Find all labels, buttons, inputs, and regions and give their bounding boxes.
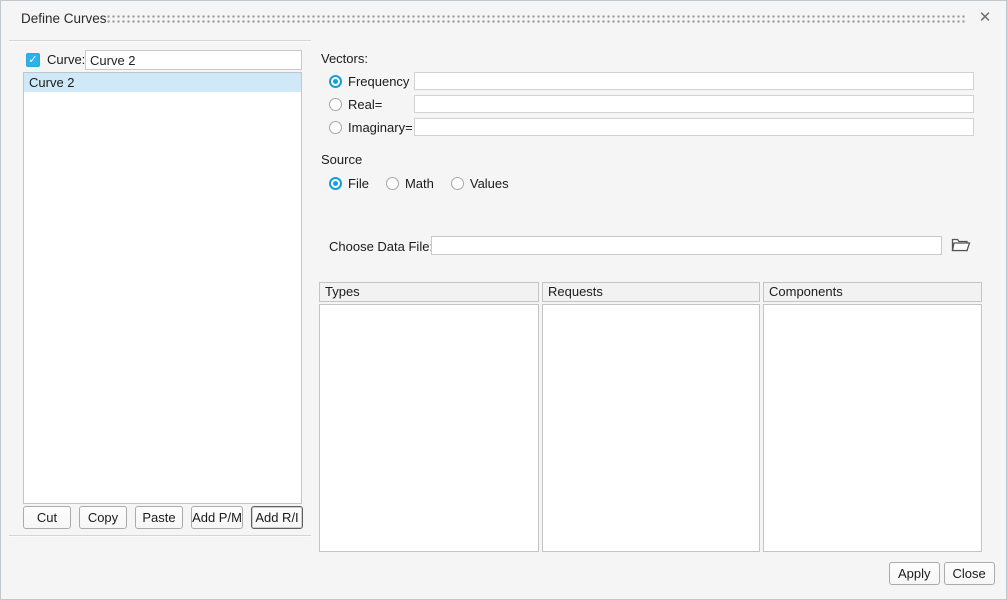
titlebar: Define Curves ✕ <box>1 1 1006 37</box>
types-list-header: Types <box>319 282 539 302</box>
choose-data-file-label: Choose Data File: <box>329 239 433 254</box>
drag-handle-dots-icon[interactable] <box>106 14 966 24</box>
copy-button[interactable]: Copy <box>79 506 127 529</box>
data-file-input[interactable] <box>431 236 942 255</box>
dialog-title: Define Curves <box>21 11 107 26</box>
curve-list[interactable]: Curve 2 <box>23 72 302 504</box>
math-radio[interactable] <box>386 177 399 190</box>
define-curves-dialog: Define Curves ✕ ✓ Curve: Curve 2 Cut Cop… <box>0 0 1007 600</box>
frequency-vector-input[interactable] <box>414 72 974 90</box>
check-icon: ✓ <box>28 54 37 66</box>
source-label: Source <box>321 152 362 167</box>
frequency-radio[interactable] <box>329 75 342 88</box>
file-radio[interactable] <box>329 177 342 190</box>
file-radio-label[interactable]: File <box>348 176 369 191</box>
types-list[interactable] <box>319 304 539 552</box>
close-icon[interactable]: ✕ <box>976 9 994 27</box>
curve-checkbox[interactable]: ✓ <box>26 53 40 67</box>
requests-list[interactable] <box>542 304 760 552</box>
left-panel-bottom-divider <box>9 535 311 537</box>
imaginary-radio[interactable] <box>329 121 342 134</box>
math-radio-label[interactable]: Math <box>405 176 434 191</box>
close-button[interactable]: Close <box>944 562 995 585</box>
real-radio-label[interactable]: Real= <box>348 97 382 112</box>
vector-row-imaginary: Imaginary= <box>329 120 413 135</box>
footer-actions: Apply Close <box>889 562 995 585</box>
apply-button[interactable]: Apply <box>889 562 940 585</box>
real-vector-input[interactable] <box>414 95 974 113</box>
vector-row-real: Real= <box>329 97 382 112</box>
imaginary-vector-input[interactable] <box>414 118 974 136</box>
curve-label: Curve: <box>47 52 85 67</box>
add-ri-button[interactable]: Add R/I <box>251 506 303 529</box>
source-options: File Math Values <box>329 176 509 191</box>
curve-name-input[interactable] <box>85 50 302 70</box>
paste-button[interactable]: Paste <box>135 506 183 529</box>
curve-list-item[interactable]: Curve 2 <box>24 73 301 92</box>
real-radio[interactable] <box>329 98 342 111</box>
components-list[interactable] <box>763 304 982 552</box>
components-list-header: Components <box>763 282 982 302</box>
values-radio-label[interactable]: Values <box>470 176 509 191</box>
left-panel-top-divider <box>9 40 311 42</box>
vector-row-frequency: Frequency <box>329 74 409 89</box>
curve-actions: Cut Copy Paste Add P/M Add R/I <box>23 506 303 529</box>
values-radio[interactable] <box>451 177 464 190</box>
imaginary-radio-label[interactable]: Imaginary= <box>348 120 413 135</box>
vectors-label: Vectors: <box>321 51 368 66</box>
frequency-radio-label[interactable]: Frequency <box>348 74 409 89</box>
cut-button[interactable]: Cut <box>23 506 71 529</box>
add-pm-button[interactable]: Add P/M <box>191 506 243 529</box>
curve-name-row: ✓ Curve: <box>26 52 85 67</box>
open-folder-icon[interactable] <box>950 236 971 255</box>
requests-list-header: Requests <box>542 282 760 302</box>
